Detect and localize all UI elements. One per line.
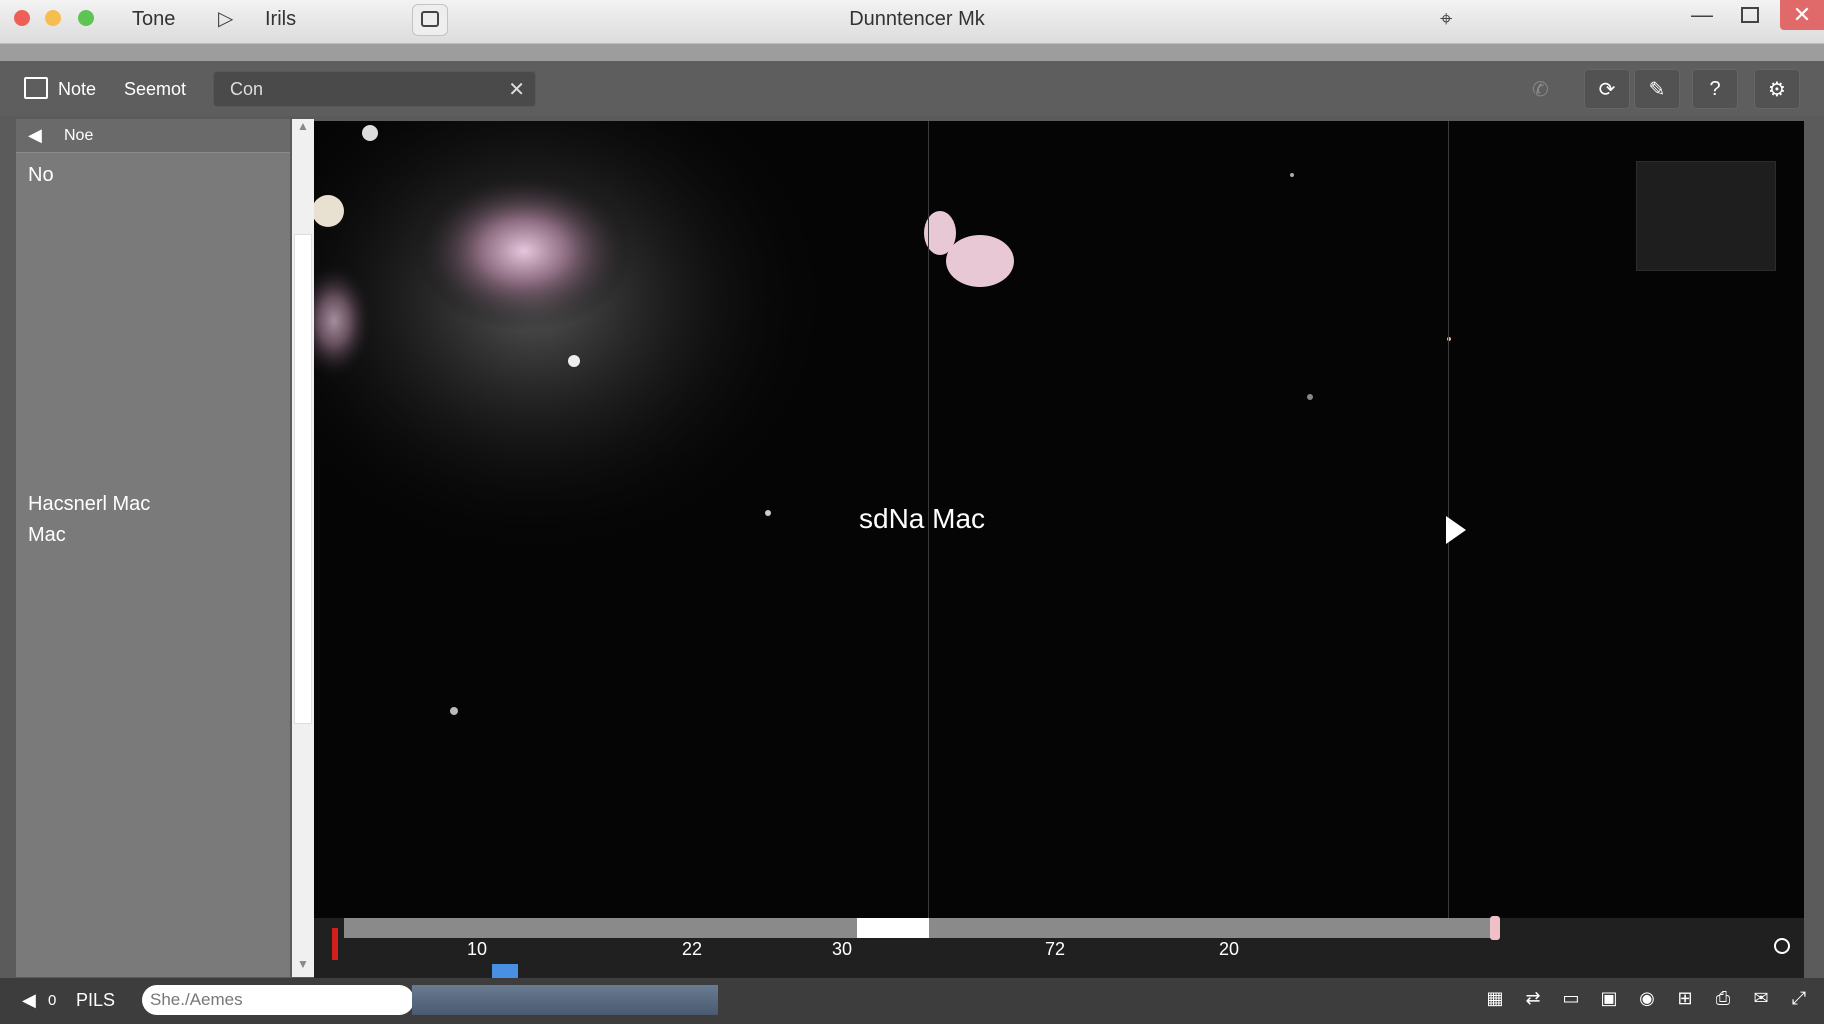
scroll-down-arrow[interactable]: ▼: [292, 957, 314, 977]
mode-label[interactable]: PILS: [76, 990, 115, 1011]
toolbar: Note Seemot Con ✕ ✆ ⟳ ✎ ? ⚙: [0, 61, 1824, 116]
panel-icon[interactable]: ⊞: [1674, 988, 1696, 1010]
scroll-up-arrow[interactable]: ▲: [292, 119, 314, 139]
timeline-end-handle[interactable]: [1490, 916, 1500, 940]
play-icon[interactable]: [1446, 516, 1466, 544]
search-value: Con: [230, 79, 264, 99]
status-bar: ◀ 0 PILS She./Aemes ▦ ⇄ ▭ ▣ ◉ ⊞ ⎙ ✉ ⤢: [0, 978, 1824, 1024]
loop-icon[interactable]: [1774, 938, 1790, 954]
settings-button[interactable]: ⚙: [1754, 69, 1800, 109]
playhead[interactable]: [332, 928, 338, 960]
sidebar-description: Hacsnerl Mac Mac: [28, 489, 150, 551]
pen-icon: ✎: [1648, 78, 1666, 101]
preview-thumbnail[interactable]: [1636, 161, 1776, 271]
sidebar-description-line2: Mac: [28, 524, 66, 546]
tick-label: 30: [832, 939, 853, 959]
help-icon: ?: [1709, 77, 1721, 100]
timeline-marker[interactable]: [492, 964, 518, 978]
app-window: Tone ▷ Irils Dunntencer Mk ⌖ — ✕ Note Se…: [0, 0, 1824, 1024]
circle-icon[interactable]: ◉: [1636, 988, 1658, 1010]
refresh-icon: ⟳: [1598, 78, 1616, 101]
sidebar-item-no[interactable]: No: [28, 164, 54, 187]
tick-label: 20: [1219, 939, 1240, 959]
window-title: Dunntencer Mk: [849, 8, 985, 30]
monitor-icon[interactable]: ▭: [1560, 988, 1582, 1010]
volume-icon[interactable]: ◀: [22, 990, 36, 1011]
sidebar-description-line1: Hacsnerl Mac: [28, 493, 151, 515]
refresh-button[interactable]: ⟳: [1584, 69, 1630, 109]
timeline-selection[interactable]: [857, 918, 929, 938]
starfield-image: [314, 121, 1451, 715]
minimize-button[interactable]: —: [1682, 0, 1722, 30]
grid-icon[interactable]: ▦: [1484, 988, 1506, 1010]
path-field[interactable]: She./Aemes: [142, 985, 414, 1015]
fullscreen-icon[interactable]: ⤢: [1788, 988, 1810, 1010]
title-separator: [0, 44, 1824, 61]
search-field[interactable]: Con ✕: [213, 71, 536, 107]
restore-button[interactable]: [1730, 0, 1770, 30]
phone-icon[interactable]: ✆: [1532, 77, 1549, 102]
crosshair-icon[interactable]: ⌖: [1440, 6, 1452, 32]
printer-icon[interactable]: ⎙: [1712, 988, 1734, 1010]
restore-icon: [1741, 7, 1759, 23]
share-icon[interactable]: ⇄: [1522, 988, 1544, 1010]
edit-icon[interactable]: [24, 77, 48, 99]
back-arrow-icon[interactable]: ◀: [28, 125, 42, 146]
notification-icon[interactable]: ✉: [1750, 988, 1772, 1010]
status-icons: ▦ ⇄ ▭ ▣ ◉ ⊞ ⎙ ✉ ⤢: [1484, 988, 1810, 1010]
sidebar-header-label: Noe: [64, 127, 94, 144]
title-bar: Tone ▷ Irils Dunntencer Mk ⌖ — ✕: [0, 0, 1824, 44]
close-button[interactable]: ✕: [1780, 0, 1824, 30]
viewer-center-label: sdNa Mac: [859, 503, 986, 534]
toolbar-seemot[interactable]: Seemot: [124, 79, 186, 100]
clear-search-icon[interactable]: ✕: [508, 77, 525, 102]
volume-value: 0: [48, 992, 57, 1009]
timeline[interactable]: 10 22 30 72 20: [314, 916, 1804, 978]
toolbox-icon[interactable]: ▣: [1598, 988, 1620, 1010]
image-viewer[interactable]: sdNa Mac: [314, 121, 1804, 918]
tick-label: 22: [682, 939, 703, 959]
scroll-thumb[interactable]: [294, 234, 312, 724]
sidebar: ◀ Noe No Hacsnerl Mac Mac: [16, 119, 290, 977]
toolbar-note[interactable]: Note: [58, 79, 96, 100]
pen-button[interactable]: ✎: [1634, 69, 1680, 109]
sidebar-scrollbar[interactable]: ▲ ▼: [292, 119, 314, 977]
tick-label: 10: [467, 939, 488, 959]
tick-label: 72: [1045, 939, 1066, 959]
help-button[interactable]: ?: [1692, 69, 1738, 109]
status-progress: [412, 985, 718, 1015]
gear-icon: ⚙: [1768, 78, 1786, 101]
sidebar-header[interactable]: ◀ Noe: [16, 119, 290, 153]
